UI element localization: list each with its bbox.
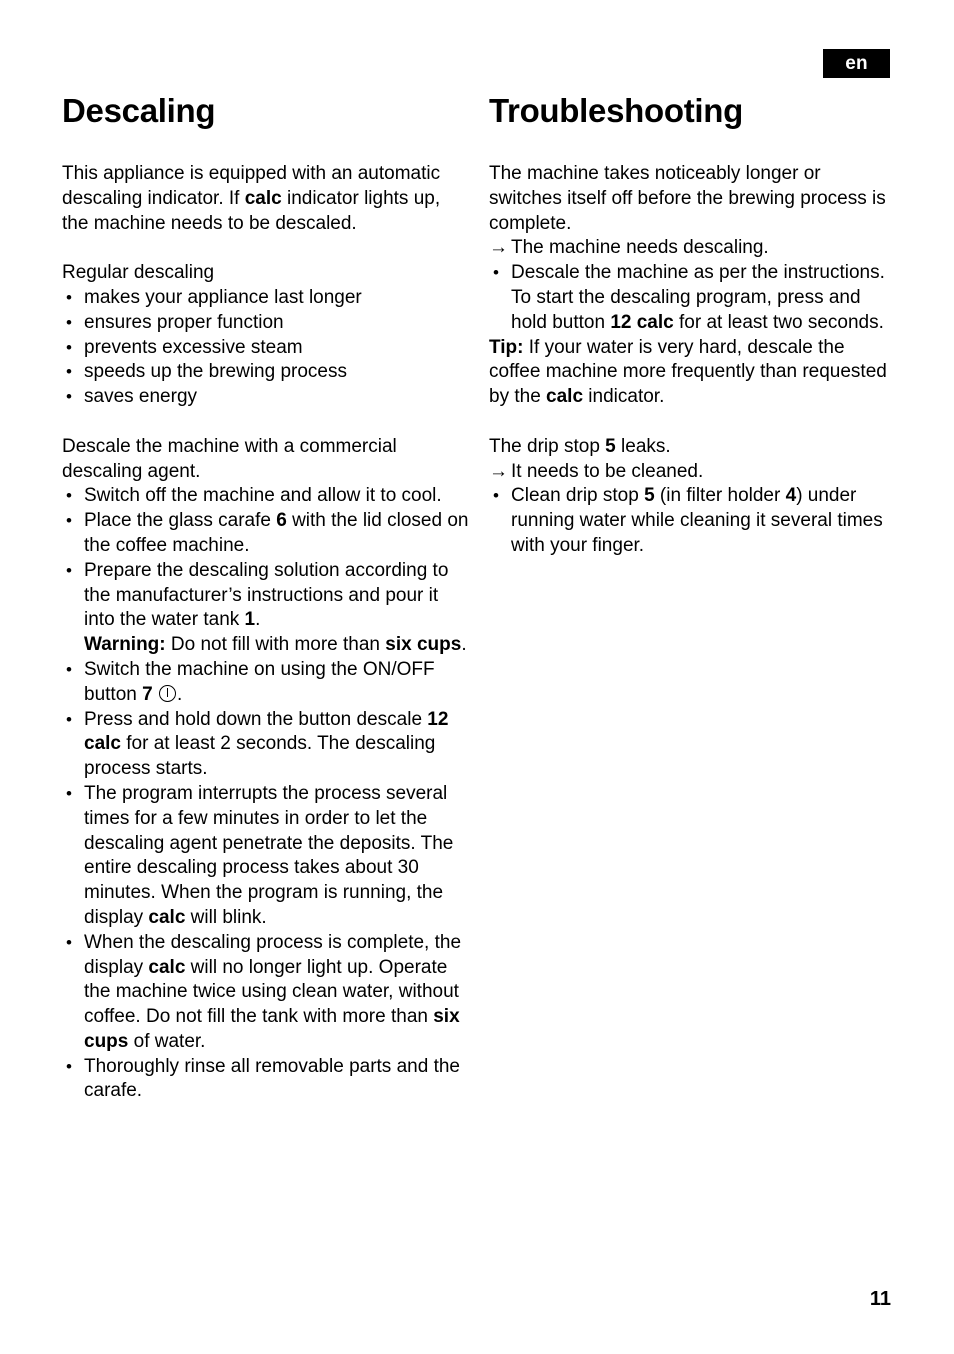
power-symbol-icon	[158, 684, 176, 702]
benefits-heading: Regular descaling	[62, 262, 215, 284]
descaling-intro-paragraph: This appliance is equipped with an autom…	[62, 162, 470, 236]
problem2-statement: The drip stop 5 leaks.	[489, 435, 897, 460]
step6-bold-calc: calc	[148, 906, 186, 928]
list-item: Press and hold down the button descale 1…	[62, 708, 470, 782]
descaling-agent-paragraph: Descale the machine with a commercial de…	[62, 435, 397, 482]
step7-text-part3: of water.	[128, 1030, 206, 1052]
list-item: Clean drip stop 5 (in filter holder 4) u…	[489, 484, 897, 558]
list-item: Prepare the descaling solution according…	[62, 559, 470, 658]
list-item: saves energy	[62, 385, 470, 410]
list-item: The program interrupts the process sever…	[62, 782, 470, 931]
list-item: speeds up the brewing process	[62, 360, 470, 385]
step6-text-part1: The program interrupts the process sever…	[84, 782, 454, 928]
problem1-statement: The machine takes noticeably longer or s…	[489, 163, 886, 234]
step2-ref-number: 6	[276, 510, 287, 532]
arrow-right-icon: →	[489, 237, 508, 259]
problem1-cause-text: The machine needs descaling.	[511, 237, 769, 259]
problem2-cause: → It needs to be cleaned.	[489, 460, 897, 485]
step3-text-part3: Do not fill with more than	[165, 634, 386, 656]
descaling-steps-list: Switch off the machine and allow it to c…	[62, 484, 470, 1104]
step8-text: Thoroughly rinse all removable parts and…	[84, 1055, 460, 1102]
warning-label: Warning:	[84, 634, 166, 656]
column-descaling: Descaling This appliance is equipped wit…	[62, 92, 470, 1104]
page-number: 11	[869, 1288, 891, 1310]
tip-bold-calc: calc	[546, 386, 584, 408]
problem2-bold-ref4: 4	[785, 485, 797, 507]
problem2-ref-number: 5	[605, 435, 616, 457]
problem1-remedy-part2: for at least two seconds.	[673, 311, 884, 333]
page-title-descaling: Descaling	[62, 92, 216, 129]
problem2-bold-ref5: 5	[644, 485, 655, 507]
manual-page: en Descaling This appliance is equipped …	[0, 0, 954, 1354]
step3-text-part1: Prepare the descaling solution according…	[84, 559, 449, 631]
list-item: Descale the machine as per the instructi…	[489, 261, 897, 335]
intro-bold-calc: calc	[244, 187, 282, 209]
problem2-statement-part2: leaks.	[615, 435, 671, 457]
problem2-statement-part1: The drip stop	[489, 435, 606, 457]
step6-text-part2: will blink.	[185, 906, 267, 928]
step3-text-part4: .	[461, 634, 467, 656]
list-item: Switch the machine on using the ON/OFF b…	[62, 658, 470, 708]
step4-text-part1: Switch the machine on using the ON/OFF b…	[84, 658, 435, 705]
list-item: When the descaling process is complete, …	[62, 931, 470, 1055]
problem2-remedy-part2: (in filter holder	[654, 485, 786, 507]
problem1-tip: Tip: If your water is very hard, descale…	[489, 336, 897, 410]
problem1-remedy-list: Descale the machine as per the instructi…	[489, 261, 897, 335]
problem2-remedy-part1: Clean drip stop	[511, 485, 645, 507]
arrow-right-icon: →	[489, 460, 508, 482]
column-troubleshooting: Troubleshooting The machine takes notice…	[489, 92, 897, 559]
step5-text-part1: Press and hold down the button descale	[84, 708, 428, 730]
problem2-remedy-list: Clean drip stop 5 (in filter holder 4) u…	[489, 484, 897, 558]
step4-text-part2: .	[176, 683, 183, 705]
step3-text-part2: .	[255, 609, 261, 631]
problem1-cause: → The machine needs descaling.	[489, 236, 897, 261]
list-item: makes your appliance last longer	[62, 286, 470, 311]
list-item: Switch off the machine and allow it to c…	[62, 484, 470, 509]
step2-text-part1: Place the glass carafe	[84, 510, 277, 532]
tip-text-part2: indicator.	[583, 386, 665, 408]
problem2-cause-text: It needs to be cleaned.	[511, 460, 704, 482]
page-title-troubleshooting: Troubleshooting	[489, 92, 743, 129]
step5-text-part2: for at least 2 seconds. The descaling pr…	[84, 733, 436, 780]
language-badge: en	[823, 49, 890, 78]
tip-label: Tip:	[489, 336, 524, 358]
problem1-bold-12-calc: 12 calc	[610, 311, 674, 333]
list-item: Place the glass carafe 6 with the lid cl…	[62, 509, 470, 559]
benefits-list: makes your appliance last longer ensures…	[62, 286, 470, 410]
step1-text: Switch off the machine and allow it to c…	[84, 485, 442, 507]
step4-ref-number: 7	[142, 683, 153, 705]
step3-bold-six-cups: six cups	[385, 634, 462, 656]
step3-ref-number: 1	[244, 609, 256, 631]
list-item: ensures proper function	[62, 311, 470, 336]
list-item: prevents excessive steam	[62, 336, 470, 361]
step7-bold-calc: calc	[148, 956, 186, 978]
list-item: Thoroughly rinse all removable parts and…	[62, 1055, 470, 1105]
